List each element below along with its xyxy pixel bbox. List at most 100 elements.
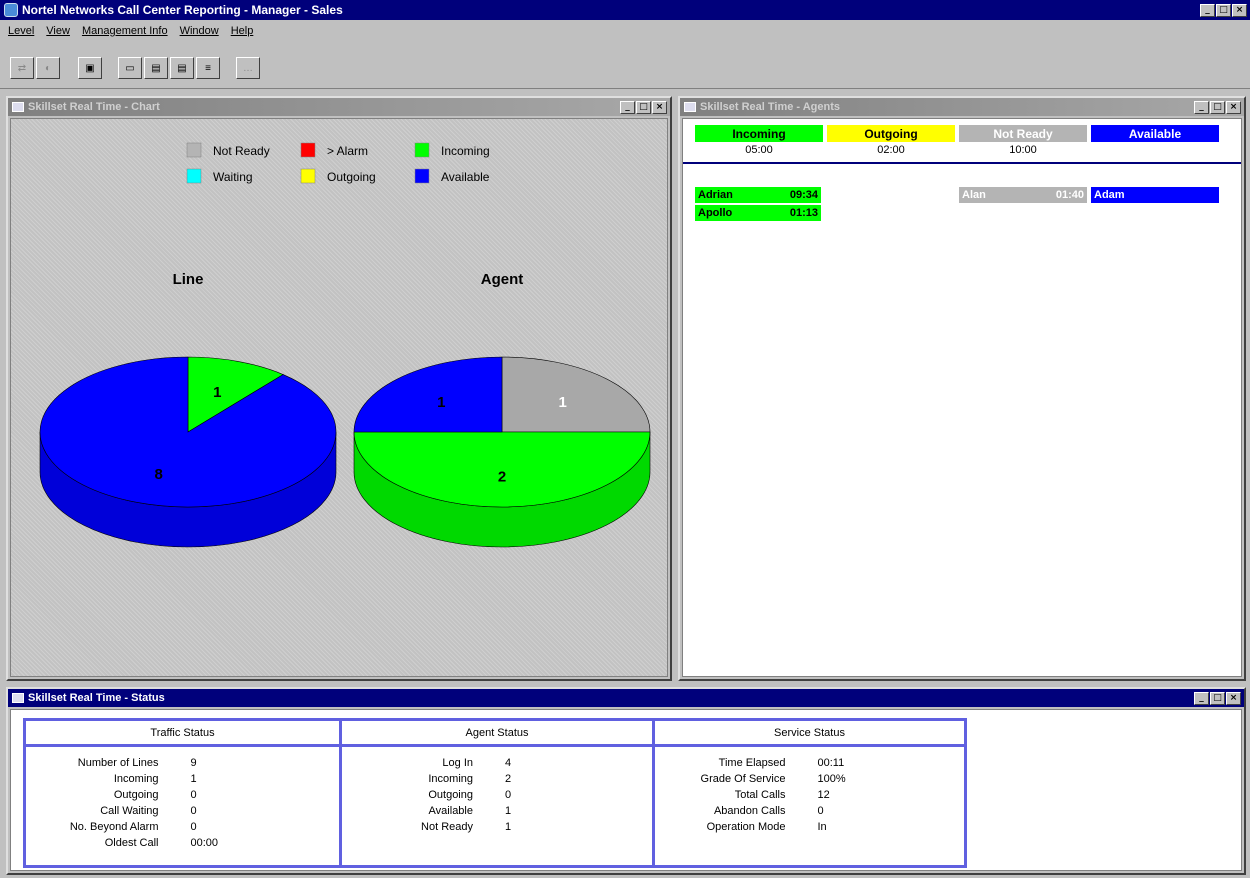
toolbar-grid-button[interactable]: ≡ <box>196 57 220 79</box>
status-row: Oldest Call 00:00 <box>26 837 339 852</box>
menu-window[interactable]: Window <box>180 25 219 37</box>
app-title-bar: Nortel Networks Call Center Reporting - … <box>0 0 1250 20</box>
pie-slice-available <box>353 356 503 433</box>
column-header-not-ready[interactable]: Not Ready <box>959 125 1087 142</box>
toolbar-report-button[interactable]: ▤ <box>144 57 168 79</box>
column-threshold-time: 05:00 <box>745 144 773 156</box>
legend-label-available: Available <box>441 170 490 184</box>
pie-slice-available <box>39 356 337 508</box>
status-label: Available <box>428 805 473 817</box>
toolbar-report2-button[interactable]: ▤ <box>170 57 194 79</box>
agent-chip[interactable]: Adrian 09:34 <box>695 187 821 203</box>
window-icon <box>12 102 24 112</box>
close-button[interactable]: × <box>652 100 667 114</box>
chart-window-title: Skillset Real Time - Chart <box>28 101 160 113</box>
agents-window-title-bar: Skillset Real Time - Agents _ □ × <box>680 98 1244 116</box>
toolbar-save-button[interactable]: ▣ <box>78 57 102 79</box>
legend-swatch-incoming <box>414 142 430 158</box>
status-label: Total Calls <box>734 789 786 801</box>
maximize-button[interactable]: □ <box>1210 100 1225 114</box>
pie-value-label: 2 <box>498 469 506 486</box>
status-label: Outgoing <box>428 789 473 801</box>
legend-swatch-not-ready <box>186 142 202 158</box>
legend-swatch-waiting <box>186 168 202 184</box>
minimize-button[interactable]: _ <box>1194 100 1209 114</box>
pie-value-label: 1 <box>437 394 445 411</box>
column-header-outgoing[interactable]: Outgoing <box>827 125 955 142</box>
toolbar-nav-button[interactable]: ⇄ <box>10 57 34 79</box>
pie-value-label: 8 <box>154 466 162 483</box>
more-icon: … <box>243 62 253 74</box>
status-label: Call Waiting <box>100 805 159 817</box>
agent-name: Apollo <box>698 207 733 219</box>
minimize-button[interactable]: _ <box>1194 691 1209 705</box>
agent-time: 01:40 <box>1055 189 1084 201</box>
minimize-button[interactable]: _ <box>620 100 635 114</box>
status-window-title: Skillset Real Time - Status <box>28 692 165 704</box>
status-row: Not Ready 1 <box>342 821 652 836</box>
legend-swatch-available <box>414 168 430 184</box>
status-value: 9 <box>190 757 197 769</box>
status-label: Operation Mode <box>706 821 786 833</box>
status-label: Not Ready <box>421 821 473 833</box>
agents-window-title: Skillset Real Time - Agents <box>700 101 840 113</box>
menu-management-info[interactable]: Management Info <box>82 25 168 37</box>
toolbar-more-button[interactable]: … <box>236 57 260 79</box>
status-label: Oldest Call <box>104 837 159 849</box>
legend-swatch-outgoing <box>300 168 316 184</box>
status-panel-title: Service Status <box>655 721 964 747</box>
legend-label-alarm: > Alarm <box>327 144 368 158</box>
pie-title-agent: Agent <box>481 271 524 288</box>
status-row: Total Calls 12 <box>655 789 964 804</box>
close-button[interactable]: × <box>1226 691 1241 705</box>
column-header-incoming[interactable]: Incoming <box>695 125 823 142</box>
column-header-available[interactable]: Available <box>1091 125 1219 142</box>
status-value: 1 <box>505 805 512 817</box>
status-row: Log In 4 <box>342 757 652 772</box>
status-label: Outgoing <box>113 789 159 801</box>
close-button[interactable]: × <box>1232 3 1247 17</box>
agent-time: 09:34 <box>789 189 818 201</box>
pie-charts: Not Ready > Alarm Incoming Waiting Outgoing A… <box>39 142 651 548</box>
pie-agent: 1 2 1 <box>353 356 651 548</box>
maximize-button[interactable]: □ <box>1216 3 1231 17</box>
toolbar-back-button[interactable]: ◐ <box>36 57 60 79</box>
app-title: Nortel Networks Call Center Reporting - … <box>22 3 343 17</box>
agent-chip[interactable]: Adam <box>1091 187 1219 203</box>
agent-name: Adrian <box>698 189 733 201</box>
report-icon: ▤ <box>177 62 187 74</box>
status-panel-agent-status: Agent Status Log In 4 Incoming 2 Outgoing 0 Ava… <box>339 721 652 865</box>
status-label: Number of Lines <box>77 757 159 769</box>
status-row: Call Waiting 0 <box>26 805 339 820</box>
window-icon: ▭ <box>125 62 135 74</box>
menu-help[interactable]: Help <box>231 25 254 37</box>
status-row: No. Beyond Alarm 0 <box>26 821 339 836</box>
status-label: Grade Of Service <box>700 773 786 785</box>
status-value: 0 <box>190 821 197 833</box>
status-row: Number of Lines 9 <box>26 757 339 772</box>
status-row: Available 1 <box>342 805 652 820</box>
status-row: Incoming 2 <box>342 773 652 788</box>
status-value: 0 <box>190 789 197 801</box>
maximize-button[interactable]: □ <box>1210 691 1225 705</box>
close-button[interactable]: × <box>1226 100 1241 114</box>
status-label: Time Elapsed <box>718 757 786 769</box>
legend-swatch-alarm <box>300 142 316 158</box>
agent-chip[interactable]: Alan 01:40 <box>959 187 1087 203</box>
header-divider <box>683 162 1241 164</box>
menu-view[interactable]: View <box>46 25 70 37</box>
status-table: Traffic Status Number of Lines 9 Incoming 1 O… <box>23 718 967 868</box>
status-panel-title: Agent Status <box>342 721 652 747</box>
pie-title-line: Line <box>173 271 204 288</box>
agent-name: Alan <box>962 189 986 201</box>
pie-slice-not-ready <box>501 356 651 433</box>
minimize-button[interactable]: _ <box>1200 3 1215 17</box>
agent-chip[interactable]: Apollo 01:13 <box>695 205 821 221</box>
status-value: 0 <box>505 789 512 801</box>
status-row: Operation Mode In <box>655 821 964 836</box>
status-row: Incoming 1 <box>26 773 339 788</box>
maximize-button[interactable]: □ <box>636 100 651 114</box>
nav-icon: ⇄ <box>17 62 27 74</box>
menu-level[interactable]: Level <box>8 25 34 37</box>
toolbar-window-button[interactable]: ▭ <box>118 57 142 79</box>
